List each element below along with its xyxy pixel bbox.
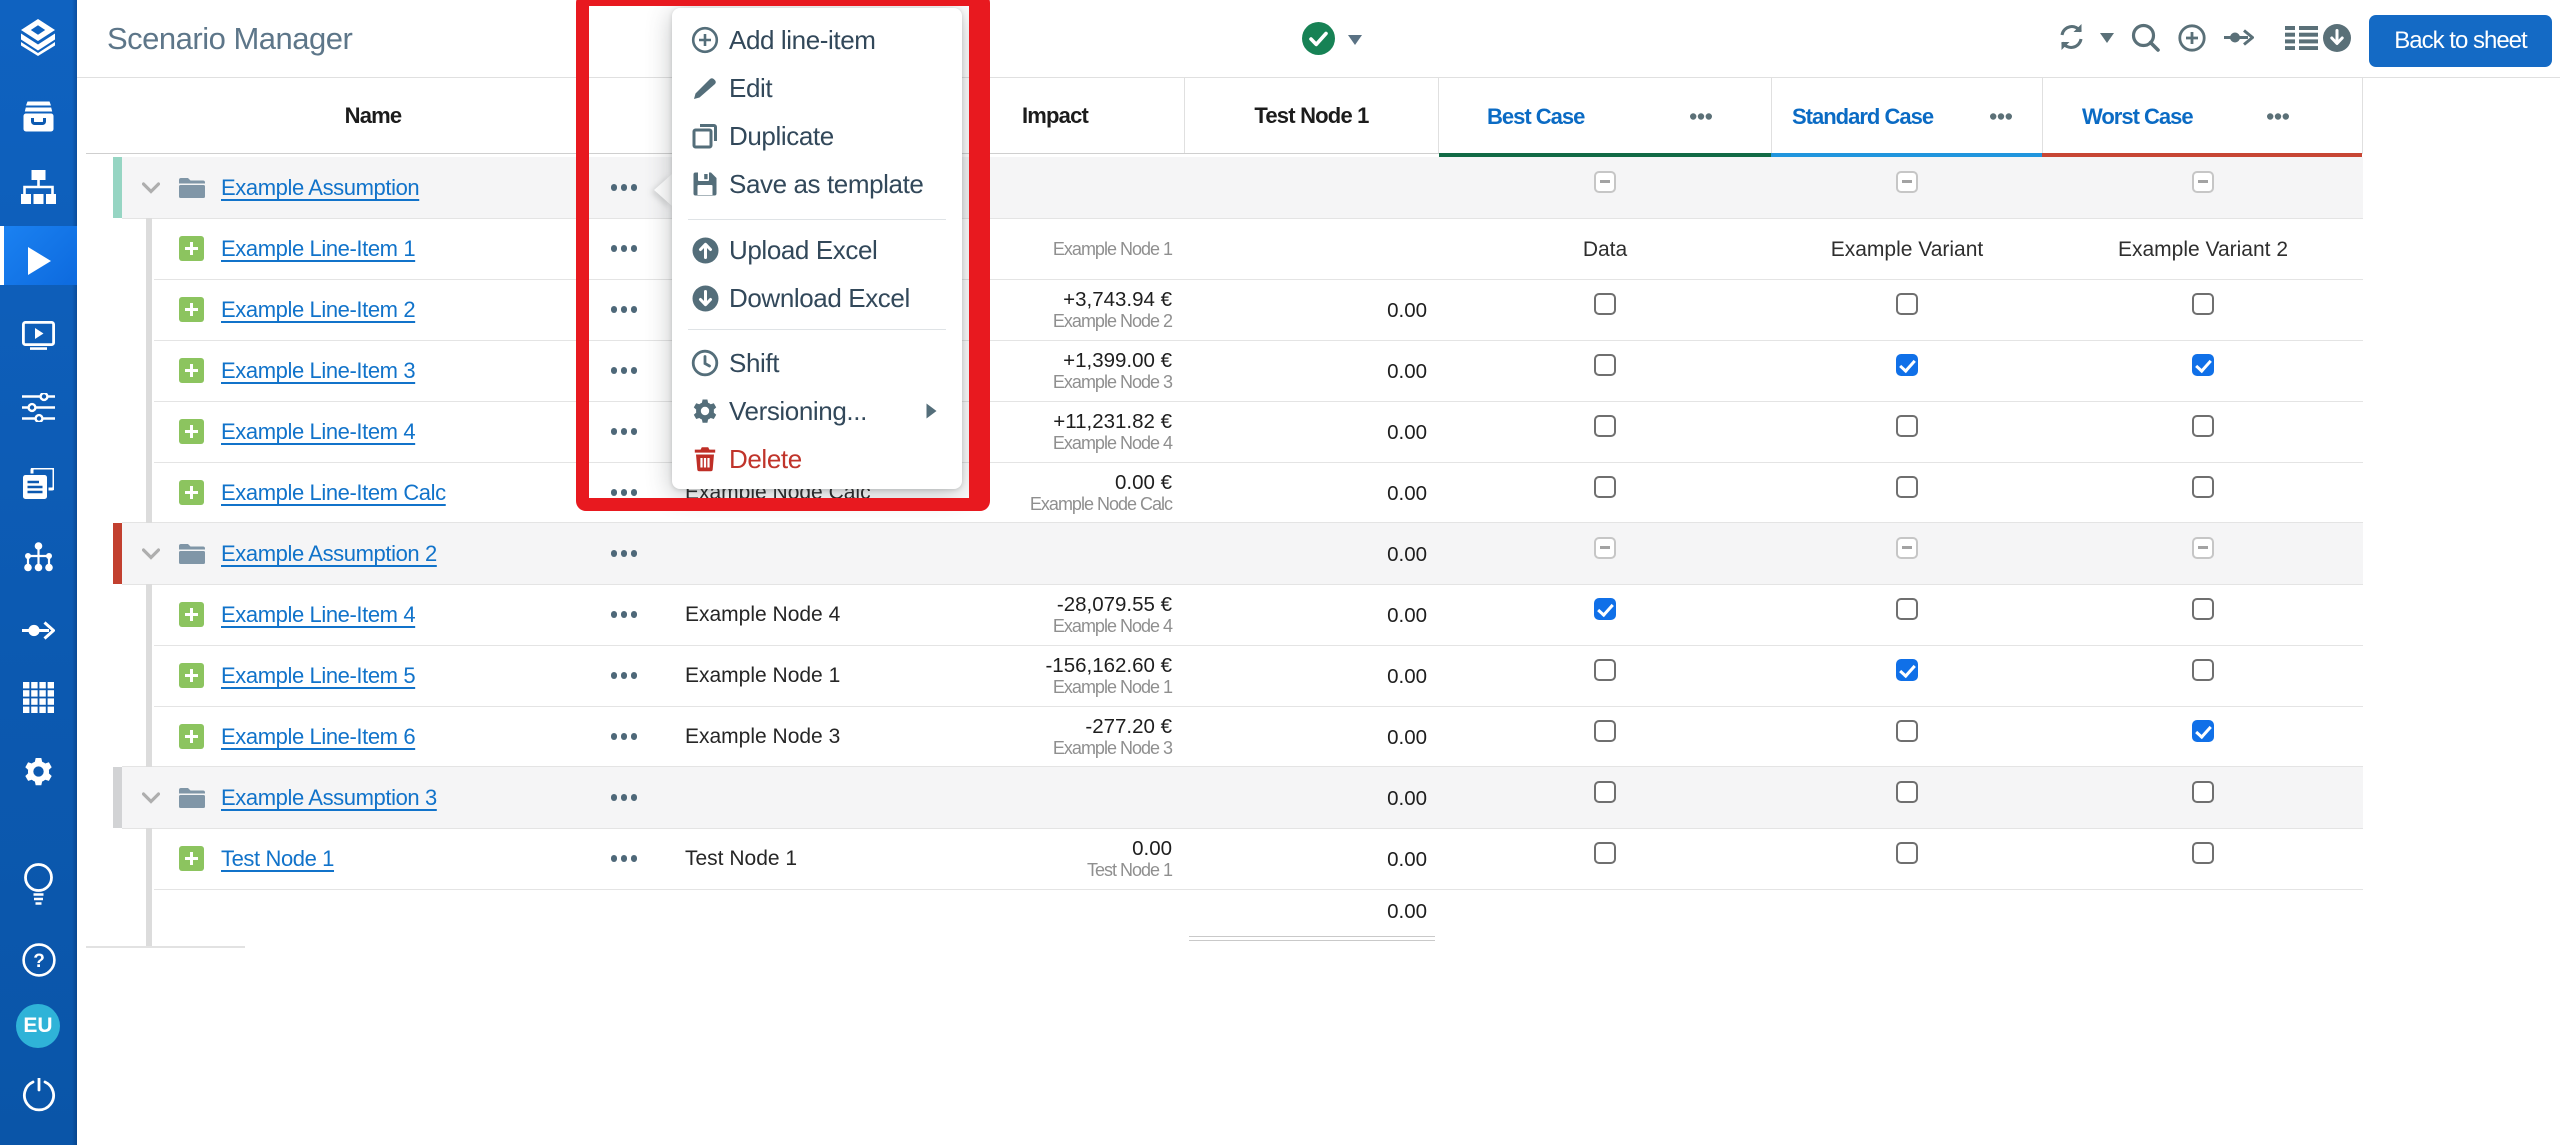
svg-text:?: ? [33, 951, 45, 972]
